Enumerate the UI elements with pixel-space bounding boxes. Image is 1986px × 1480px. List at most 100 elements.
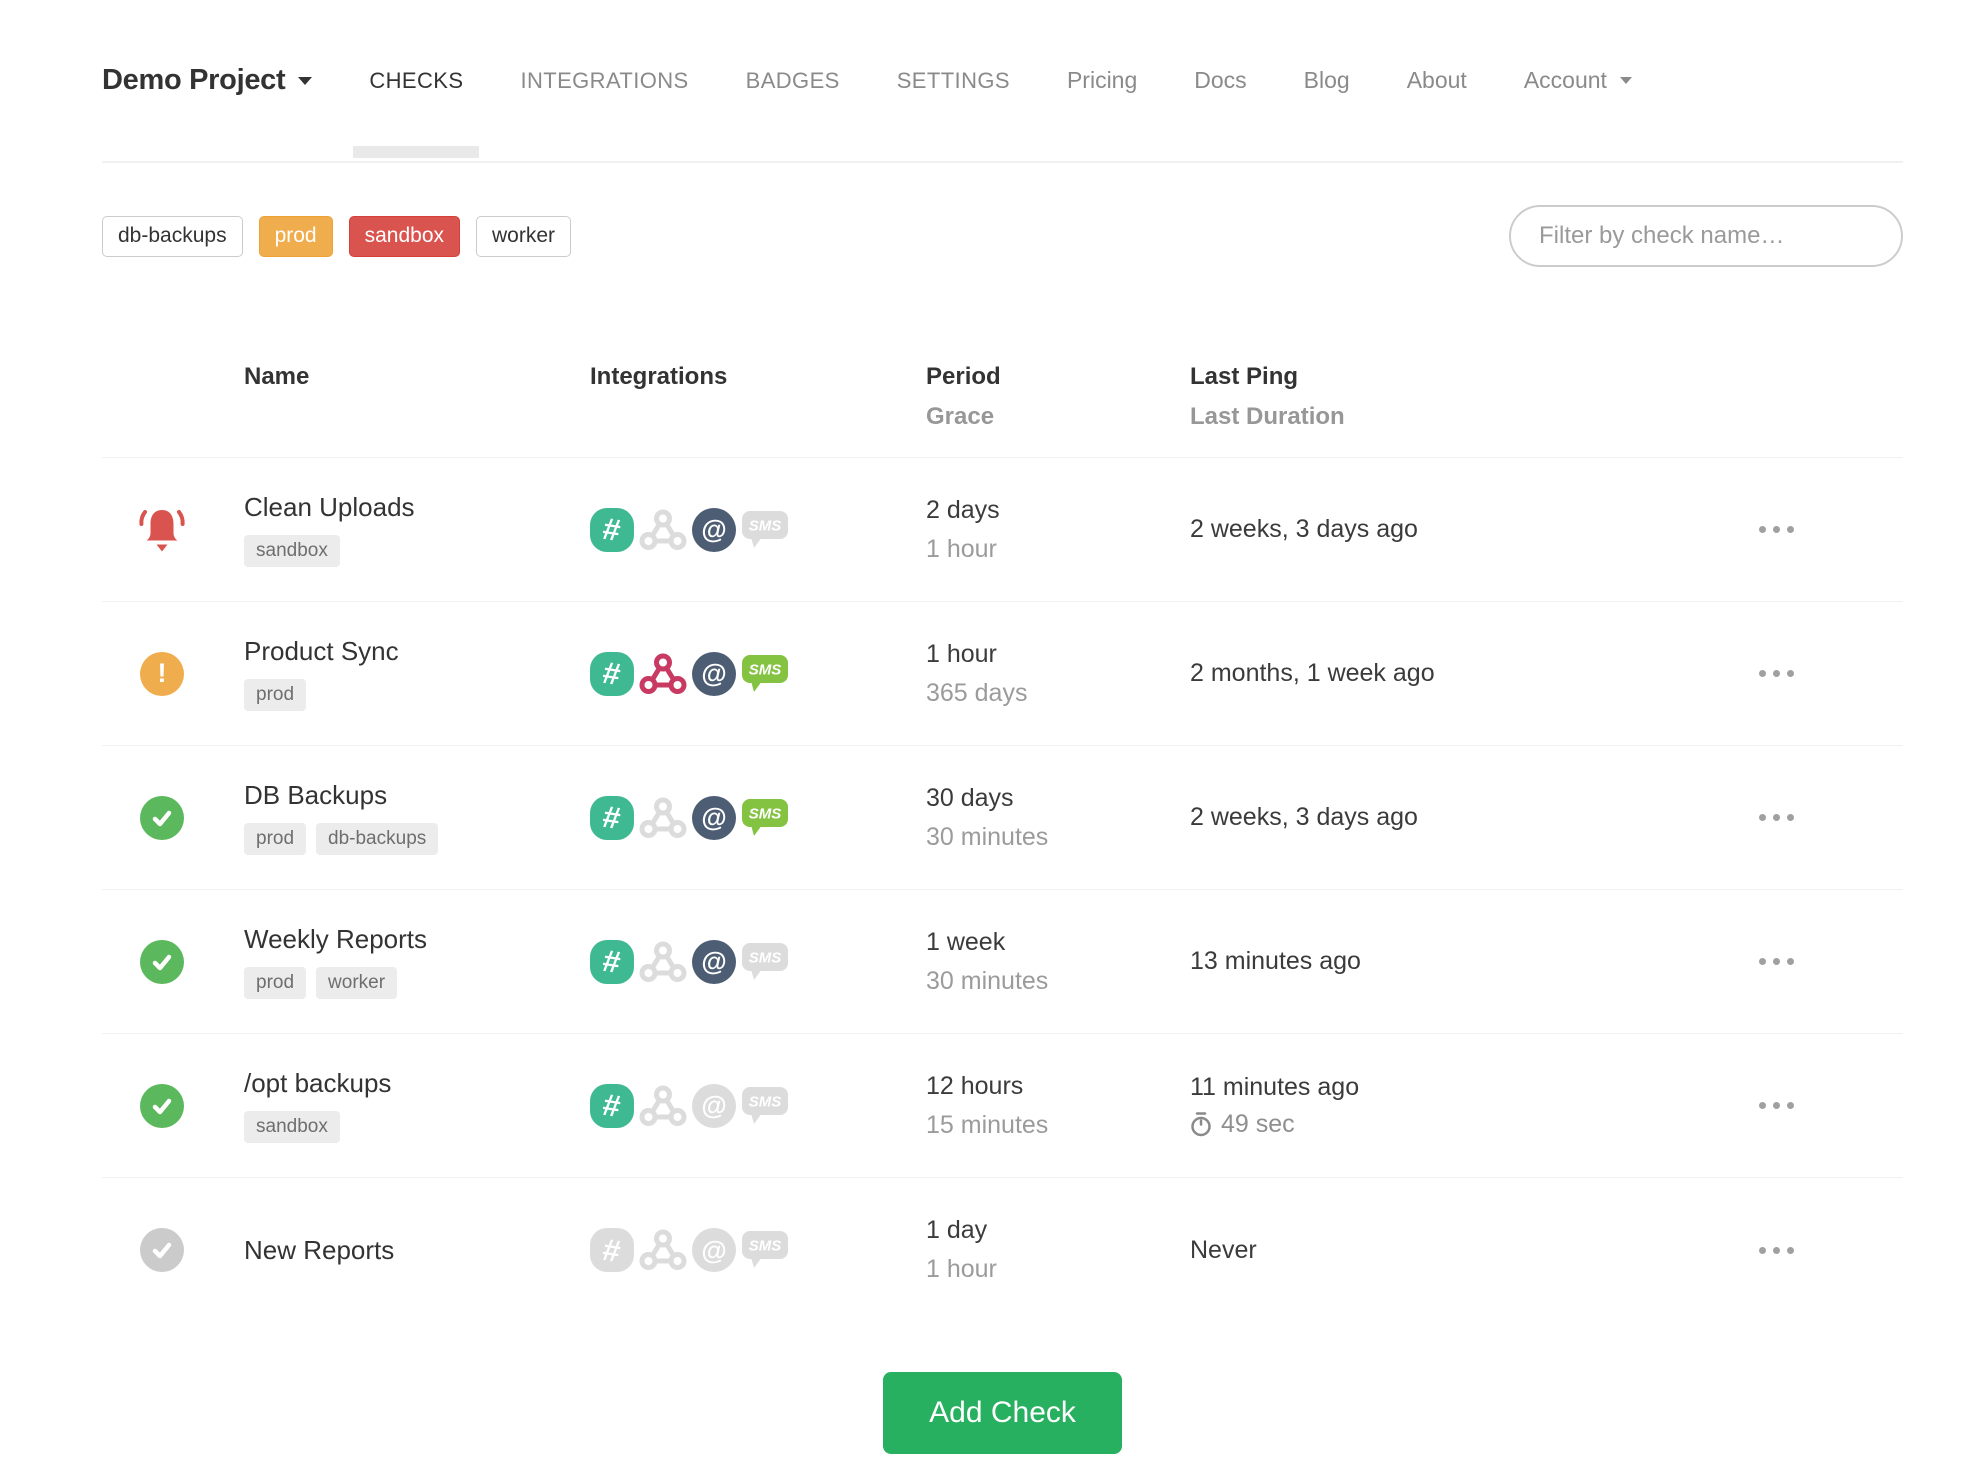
nav-link-about[interactable]: About <box>1407 67 1467 94</box>
check-name-filter-input[interactable] <box>1509 205 1903 267</box>
check-name: Clean Uploads <box>244 492 415 522</box>
stopwatch-icon <box>1191 1112 1211 1137</box>
menu-cell <box>1650 948 1903 975</box>
tag-filter-worker[interactable]: worker <box>476 215 572 257</box>
chevron-down-icon <box>1619 77 1632 84</box>
tag-chips: sandbox <box>244 535 590 567</box>
ping-cell: 2 weeks, 3 days ago <box>1190 515 1650 544</box>
menu-cell <box>1650 804 1903 831</box>
exclamation-circle-icon: ! <box>140 651 184 696</box>
last-duration: 49 sec <box>1190 1110 1650 1139</box>
ping-cell: 13 minutes ago <box>1190 947 1650 976</box>
check-row[interactable]: ! Product Sync prod # @ SMS 1 hour 365 d… <box>102 602 1903 746</box>
row-menu-button[interactable] <box>1749 1237 1804 1264</box>
ping-cell: 2 months, 1 week ago <box>1190 659 1650 688</box>
healthchecks-app: Demo Project CHECKS INTEGRATIONS BADGES … <box>0 0 1986 1480</box>
tag-chips: prod db-backups <box>244 823 590 855</box>
grace-value: 365 days <box>926 678 1028 707</box>
sms-icon: SMS <box>742 1231 788 1268</box>
row-menu-button[interactable] <box>1749 804 1804 831</box>
sms-icon: SMS <box>742 798 788 836</box>
integrations-cell: # @ SMS <box>590 507 926 552</box>
tag-filter-prod[interactable]: prod <box>258 215 333 257</box>
account-menu-label: Account <box>1523 67 1607 93</box>
check-tag: sandbox <box>244 535 340 567</box>
period-cell: 1 week 30 minutes <box>926 928 1190 996</box>
grace-value: 1 hour <box>926 534 997 563</box>
column-name: Name <box>244 363 310 390</box>
sms-icon: SMS <box>742 654 788 692</box>
tab-settings[interactable]: SETTINGS <box>897 68 1010 94</box>
check-row[interactable]: New Reports # @ SMS 1 day 1 hour Never <box>102 1178 1903 1322</box>
check-circle-icon <box>140 1228 184 1272</box>
check-tag: worker <box>316 967 398 999</box>
nav-link-docs[interactable]: Docs <box>1194 67 1246 94</box>
tab-badges[interactable]: BADGES <box>746 68 840 94</box>
slack-icon: # <box>590 795 634 840</box>
status-cell <box>102 503 244 557</box>
email-icon: @ <box>692 651 736 696</box>
webhook-icon <box>639 1085 687 1126</box>
sms-icon: SMS <box>742 942 788 980</box>
footer: Add Check <box>102 1372 1903 1454</box>
check-name: Product Sync <box>244 636 399 666</box>
add-check-button[interactable]: Add Check <box>883 1372 1122 1454</box>
tab-checks[interactable]: CHECKS <box>353 68 480 158</box>
name-cell: New Reports <box>244 1235 590 1266</box>
integrations-cell: # @ SMS <box>590 795 926 840</box>
menu-cell <box>1650 660 1903 687</box>
slack-icon: # <box>590 1083 634 1128</box>
filter-bar: db-backups prod sandbox worker <box>102 205 1903 267</box>
tag-chips: prod <box>244 679 590 711</box>
column-lastping-label: Last Ping <box>1190 363 1299 390</box>
sms-icon: SMS <box>742 510 788 548</box>
last-ping-value: Never <box>1190 1235 1257 1264</box>
row-menu-button[interactable] <box>1749 660 1804 687</box>
last-ping-value: 11 minutes ago <box>1190 1072 1360 1101</box>
status-cell <box>102 1083 244 1128</box>
integrations-cell: # @ SMS <box>590 651 926 696</box>
column-period-grace: Period Grace <box>926 363 1190 431</box>
nav-link-blog[interactable]: Blog <box>1304 67 1350 94</box>
column-menu <box>1650 363 1903 431</box>
tag-chips: sandbox <box>244 1111 590 1143</box>
check-tag: sandbox <box>244 1111 340 1143</box>
grace-value: 15 minutes <box>926 1110 1049 1139</box>
check-row[interactable]: Clean Uploads sandbox # @ SMS 2 days 1 h… <box>102 458 1903 602</box>
name-cell: DB Backups prod db-backups <box>244 780 590 855</box>
slack-icon: # <box>590 507 634 552</box>
column-status <box>102 363 244 431</box>
grace-value: 30 minutes <box>926 966 1049 995</box>
check-row[interactable]: /opt backups sandbox # @ SMS 12 hours 15… <box>102 1034 1903 1178</box>
check-name: /opt backups <box>244 1068 392 1098</box>
tag-filter-sandbox[interactable]: sandbox <box>348 215 461 257</box>
account-menu[interactable]: Account <box>1524 67 1632 94</box>
check-row[interactable]: DB Backups prod db-backups # @ SMS 30 day… <box>102 746 1903 890</box>
table-header: Name Integrations Period Grace Last Ping… <box>102 363 1903 458</box>
check-row[interactable]: Weekly Reports prod worker # @ SMS 1 week… <box>102 890 1903 1034</box>
svg-text:SMS: SMS <box>749 661 782 678</box>
project-switcher[interactable]: Demo Project <box>102 64 313 97</box>
ping-cell: 2 weeks, 3 days ago <box>1190 803 1650 832</box>
period-value: 1 hour <box>926 639 997 668</box>
slack-icon: # <box>590 1228 634 1272</box>
check-name: Weekly Reports <box>244 924 428 954</box>
last-duration-value: 49 sec <box>1221 1109 1295 1138</box>
row-menu-button[interactable] <box>1749 516 1804 543</box>
menu-cell <box>1650 1092 1903 1119</box>
tab-integrations[interactable]: INTEGRATIONS <box>520 68 688 94</box>
tag-filter-db-backups[interactable]: db-backups <box>102 215 243 257</box>
email-icon: @ <box>692 939 736 984</box>
status-cell <box>102 795 244 840</box>
menu-cell <box>1650 516 1903 543</box>
status-cell: ! <box>102 651 244 696</box>
last-ping-value: 2 weeks, 3 days ago <box>1190 515 1418 543</box>
nav-link-pricing[interactable]: Pricing <box>1067 67 1137 94</box>
check-tag: prod <box>244 679 307 711</box>
integrations-cell: # @ SMS <box>590 939 926 984</box>
row-menu-button[interactable] <box>1749 948 1804 975</box>
period-value: 2 days <box>926 495 1000 524</box>
row-menu-button[interactable] <box>1749 1092 1804 1119</box>
last-ping-value: 2 weeks, 3 days ago <box>1190 803 1418 831</box>
webhook-icon <box>639 509 687 550</box>
